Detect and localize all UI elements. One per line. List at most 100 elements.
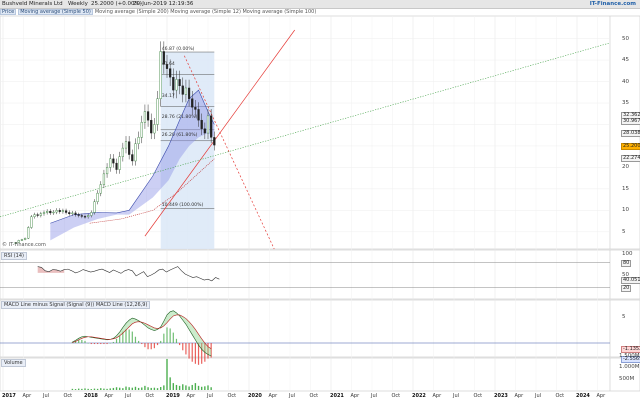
price-candle bbox=[93, 201, 96, 213]
price-candle bbox=[49, 211, 52, 214]
volume-bar bbox=[100, 388, 102, 390]
price-candle bbox=[20, 239, 24, 241]
price-candle bbox=[80, 215, 83, 217]
period-label[interactable]: Weekly bbox=[68, 1, 88, 7]
price-candle bbox=[172, 77, 175, 91]
price-tag[interactable]: 25.2000 bbox=[621, 142, 640, 150]
time-axis-month-label: Jul bbox=[43, 393, 50, 399]
price-candle bbox=[131, 154, 134, 162]
macd-histogram-bar bbox=[141, 343, 143, 345]
volume-label[interactable]: Volume bbox=[1, 359, 26, 367]
volume-bar bbox=[153, 387, 156, 390]
time-axis-month-label: Apr bbox=[186, 393, 196, 399]
fib-level-label: 34.17 bbox=[161, 93, 175, 99]
macd-histogram-bar bbox=[106, 343, 108, 345]
volume-bar bbox=[112, 387, 115, 390]
price-candle bbox=[118, 156, 121, 170]
legend-ma-text[interactable]: Moving average (Simple 200) Moving avera… bbox=[95, 9, 316, 15]
time-axis-month-label: Oct bbox=[473, 393, 483, 399]
price-candle bbox=[87, 215, 90, 217]
volume-bar bbox=[204, 386, 206, 390]
macd-histogram-bar bbox=[185, 343, 187, 355]
macd-histogram-bar bbox=[153, 343, 155, 349]
main-y-tick: 10 bbox=[622, 207, 629, 214]
macd-histogram-bar bbox=[131, 331, 133, 343]
price-candle bbox=[146, 111, 150, 121]
fib-level-label: 10.449 (100.00%) bbox=[161, 203, 204, 209]
macd-histogram-bar bbox=[191, 343, 193, 362]
volume-y-tick: 500M bbox=[619, 375, 635, 382]
price-candle bbox=[52, 211, 55, 214]
price-candle bbox=[83, 216, 87, 218]
price-candle bbox=[58, 210, 61, 212]
macd-histogram-bar bbox=[119, 335, 121, 343]
macd-histogram-bar bbox=[84, 340, 86, 343]
volume-bar bbox=[185, 385, 187, 390]
macd-histogram-bar bbox=[125, 329, 127, 343]
price-candle bbox=[213, 137, 216, 146]
time-axis-month-label: Apr bbox=[22, 393, 32, 399]
rsi-price-tag[interactable]: 40.0511 bbox=[621, 276, 640, 284]
main-y-tick: 20 bbox=[622, 164, 629, 171]
macd-histogram-bar bbox=[179, 343, 181, 346]
volume-bar bbox=[103, 388, 105, 390]
volume-bar bbox=[147, 387, 149, 390]
time-axis-month-label: Jul bbox=[453, 393, 460, 399]
chart-canvas[interactable] bbox=[0, 0, 640, 400]
price-candle bbox=[112, 158, 115, 164]
macd-histogram-bar bbox=[150, 343, 152, 350]
volume-bar bbox=[178, 385, 181, 390]
volume-bar bbox=[128, 387, 130, 390]
time-axis-year-label: 2017 bbox=[2, 393, 16, 399]
volume-bar bbox=[150, 387, 152, 390]
price-candle bbox=[203, 128, 206, 134]
price-tag[interactable]: 22.2742 bbox=[621, 155, 640, 163]
price-candle bbox=[30, 216, 33, 228]
chart-window: Bushveld Minerals Ltd Weekly 25.2000 (+0… bbox=[0, 0, 640, 400]
price-candle bbox=[191, 98, 194, 108]
macd-histogram-bar bbox=[160, 340, 162, 343]
rsi-price-tag[interactable]: 20 bbox=[621, 285, 632, 293]
legend-ma50-tag[interactable]: Moving average (Simple 50) bbox=[18, 9, 93, 15]
volume-bar bbox=[134, 386, 137, 390]
volume-bar bbox=[84, 388, 86, 390]
rsi-price-tag[interactable]: 80 bbox=[621, 259, 632, 267]
macd-histogram-bar bbox=[163, 333, 165, 343]
volume-bar bbox=[194, 383, 197, 390]
volume-bar bbox=[163, 385, 165, 390]
brand-logo[interactable]: IT-Finance.com bbox=[590, 1, 636, 7]
price-candle bbox=[68, 212, 71, 214]
rsi-label[interactable]: RSI (14) bbox=[1, 252, 27, 260]
price-candle bbox=[55, 210, 58, 213]
price-candle bbox=[36, 214, 39, 216]
price-candle bbox=[105, 167, 109, 175]
price-candle bbox=[159, 51, 162, 99]
price-candle bbox=[150, 119, 153, 134]
price-candle bbox=[210, 115, 213, 138]
volume-bar bbox=[175, 384, 178, 390]
price-tag[interactable]: 28.0381 bbox=[621, 130, 640, 138]
macd-label[interactable]: MACD Line minus Signal (Signal (9)) MACD… bbox=[1, 301, 151, 309]
volume-bar bbox=[207, 385, 209, 390]
price-candle bbox=[96, 192, 99, 202]
macd-histogram-bar bbox=[188, 343, 190, 359]
volume-bar bbox=[77, 388, 80, 390]
macd-histogram-bar bbox=[156, 343, 159, 346]
macd-histogram-bar bbox=[147, 343, 149, 350]
time-axis-month-label: Jul bbox=[207, 393, 214, 399]
price-candle bbox=[200, 119, 203, 129]
macd-histogram-bar bbox=[103, 343, 105, 345]
time-axis-month-label: Oct bbox=[145, 393, 155, 399]
volume-bar bbox=[115, 387, 118, 390]
legend-price-tag[interactable]: Price bbox=[0, 9, 17, 15]
volume-y-tick: 1.500M bbox=[619, 352, 640, 359]
macd-histogram-bar bbox=[112, 341, 114, 343]
price-tag[interactable]: 30.9673 bbox=[621, 117, 640, 125]
main-y-tick: 35 bbox=[622, 100, 629, 106]
price-candle bbox=[99, 184, 102, 194]
volume-bar bbox=[93, 388, 96, 390]
macd-histogram-bar bbox=[138, 340, 140, 343]
indicator-legend: Price Moving average (Simple 50) Moving av… bbox=[0, 9, 520, 15]
main-y-tick: 50 bbox=[622, 35, 629, 42]
time-axis-month-label: Jul bbox=[535, 393, 542, 399]
